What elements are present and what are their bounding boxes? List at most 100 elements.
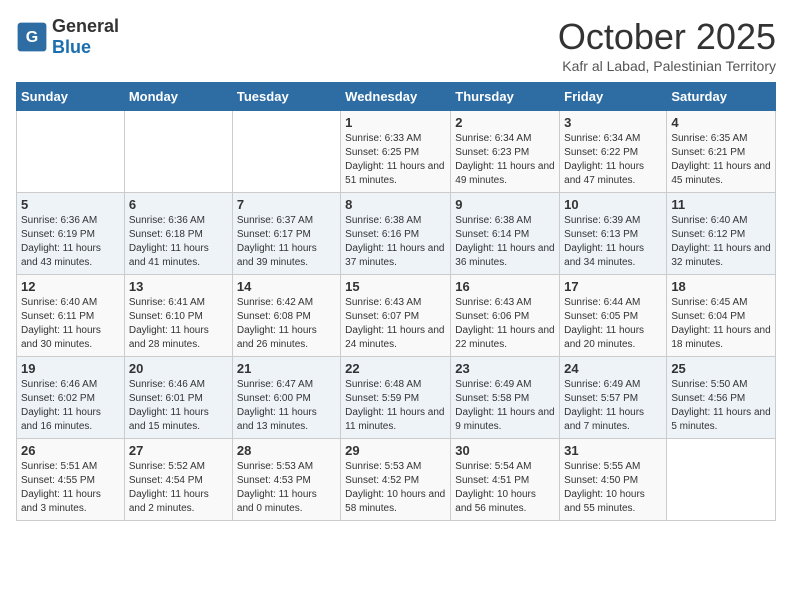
logo-general-text: General (52, 16, 119, 36)
weekday-header: Friday (560, 83, 667, 111)
cell-details: Sunrise: 6:34 AM Sunset: 6:23 PM Dayligh… (455, 132, 555, 188)
calendar-cell: 2 Sunrise: 6:34 AM Sunset: 6:23 PM Daylig… (451, 111, 560, 193)
month-title: October 2025 (558, 16, 776, 58)
day-number: 8 (345, 197, 446, 212)
day-number: 24 (564, 361, 662, 376)
svg-text:G: G (26, 29, 38, 46)
calendar-week-row: 12Sunrise: 6:40 AM Sunset: 6:11 PM Dayli… (17, 275, 776, 357)
cell-details: Sunrise: 5:51 AM Sunset: 4:55 PM Dayligh… (21, 460, 120, 516)
calendar-cell: 22Sunrise: 6:48 AM Sunset: 5:59 PM Dayli… (341, 357, 451, 439)
calendar-cell: 5 Sunrise: 6:36 AM Sunset: 6:19 PM Daylig… (17, 193, 125, 275)
cell-details: Sunrise: 6:39 AM Sunset: 6:13 PM Dayligh… (564, 214, 662, 270)
weekday-header: Saturday (667, 83, 776, 111)
day-number: 1 (345, 115, 446, 130)
day-number: 17 (564, 279, 662, 294)
calendar-cell: 19Sunrise: 6:46 AM Sunset: 6:02 PM Dayli… (17, 357, 125, 439)
calendar-cell: 14Sunrise: 6:42 AM Sunset: 6:08 PM Dayli… (232, 275, 340, 357)
calendar-cell: 6 Sunrise: 6:36 AM Sunset: 6:18 PM Daylig… (124, 193, 232, 275)
day-number: 2 (455, 115, 555, 130)
calendar-header-row: SundayMondayTuesdayWednesdayThursdayFrid… (17, 83, 776, 111)
weekday-header: Tuesday (232, 83, 340, 111)
weekday-header: Thursday (451, 83, 560, 111)
cell-details: Sunrise: 6:47 AM Sunset: 6:00 PM Dayligh… (237, 378, 336, 434)
calendar-cell: 9Sunrise: 6:38 AM Sunset: 6:14 PM Daylig… (451, 193, 560, 275)
calendar-cell: 29Sunrise: 5:53 AM Sunset: 4:52 PM Dayli… (341, 439, 451, 521)
calendar-cell: 7 Sunrise: 6:37 AM Sunset: 6:17 PM Daylig… (232, 193, 340, 275)
weekday-header: Monday (124, 83, 232, 111)
calendar-cell: 4 Sunrise: 6:35 AM Sunset: 6:21 PM Daylig… (667, 111, 776, 193)
calendar-cell (17, 111, 125, 193)
cell-details: Sunrise: 6:36 AM Sunset: 6:19 PM Dayligh… (21, 214, 120, 270)
cell-details: Sunrise: 6:42 AM Sunset: 6:08 PM Dayligh… (237, 296, 336, 352)
cell-details: Sunrise: 6:33 AM Sunset: 6:25 PM Dayligh… (345, 132, 446, 188)
cell-details: Sunrise: 5:52 AM Sunset: 4:54 PM Dayligh… (129, 460, 228, 516)
logo: G General Blue (16, 16, 119, 58)
calendar-cell: 13Sunrise: 6:41 AM Sunset: 6:10 PM Dayli… (124, 275, 232, 357)
calendar-cell: 26 Sunrise: 5:51 AM Sunset: 4:55 PM Dayli… (17, 439, 125, 521)
calendar-cell: 27Sunrise: 5:52 AM Sunset: 4:54 PM Dayli… (124, 439, 232, 521)
day-number: 15 (345, 279, 446, 294)
title-block: October 2025 Kafr al Labad, Palestinian … (558, 16, 776, 74)
cell-details: Sunrise: 6:40 AM Sunset: 6:12 PM Dayligh… (671, 214, 771, 270)
day-number: 5 (21, 197, 120, 212)
cell-details: Sunrise: 6:37 AM Sunset: 6:17 PM Dayligh… (237, 214, 336, 270)
calendar-cell: 31Sunrise: 5:55 AM Sunset: 4:50 PM Dayli… (560, 439, 667, 521)
cell-details: Sunrise: 6:43 AM Sunset: 6:07 PM Dayligh… (345, 296, 446, 352)
calendar-week-row: 5 Sunrise: 6:36 AM Sunset: 6:19 PM Daylig… (17, 193, 776, 275)
calendar-cell: 17 Sunrise: 6:44 AM Sunset: 6:05 PM Dayli… (560, 275, 667, 357)
cell-details: Sunrise: 6:43 AM Sunset: 6:06 PM Dayligh… (455, 296, 555, 352)
day-number: 19 (21, 361, 120, 376)
day-number: 31 (564, 443, 662, 458)
cell-details: Sunrise: 6:49 AM Sunset: 5:58 PM Dayligh… (455, 378, 555, 434)
day-number: 4 (671, 115, 771, 130)
calendar-cell: 30 Sunrise: 5:54 AM Sunset: 4:51 PM Dayli… (451, 439, 560, 521)
calendar-table: SundayMondayTuesdayWednesdayThursdayFrid… (16, 82, 776, 521)
cell-details: Sunrise: 6:36 AM Sunset: 6:18 PM Dayligh… (129, 214, 228, 270)
calendar-cell: 20 Sunrise: 6:46 AM Sunset: 6:01 PM Dayli… (124, 357, 232, 439)
calendar-cell: 16Sunrise: 6:43 AM Sunset: 6:06 PM Dayli… (451, 275, 560, 357)
day-number: 25 (671, 361, 771, 376)
cell-details: Sunrise: 6:46 AM Sunset: 6:01 PM Dayligh… (129, 378, 228, 434)
day-number: 7 (237, 197, 336, 212)
day-number: 22 (345, 361, 446, 376)
cell-details: Sunrise: 6:34 AM Sunset: 6:22 PM Dayligh… (564, 132, 662, 188)
calendar-cell: 18Sunrise: 6:45 AM Sunset: 6:04 PM Dayli… (667, 275, 776, 357)
cell-details: Sunrise: 6:38 AM Sunset: 6:16 PM Dayligh… (345, 214, 446, 270)
calendar-cell (232, 111, 340, 193)
calendar-cell: 12Sunrise: 6:40 AM Sunset: 6:11 PM Dayli… (17, 275, 125, 357)
cell-details: Sunrise: 5:54 AM Sunset: 4:51 PM Dayligh… (455, 460, 555, 516)
calendar-cell (124, 111, 232, 193)
cell-details: Sunrise: 6:44 AM Sunset: 6:05 PM Dayligh… (564, 296, 662, 352)
day-number: 6 (129, 197, 228, 212)
calendar-cell: 23 Sunrise: 6:49 AM Sunset: 5:58 PM Dayli… (451, 357, 560, 439)
page-header: G General Blue October 2025 Kafr al Laba… (16, 16, 776, 74)
logo-blue-text: Blue (52, 37, 91, 57)
cell-details: Sunrise: 5:53 AM Sunset: 4:52 PM Dayligh… (345, 460, 446, 516)
day-number: 9 (455, 197, 555, 212)
calendar-cell: 11 Sunrise: 6:40 AM Sunset: 6:12 PM Dayli… (667, 193, 776, 275)
calendar-cell: 15 Sunrise: 6:43 AM Sunset: 6:07 PM Dayli… (341, 275, 451, 357)
day-number: 11 (671, 197, 771, 212)
calendar-cell: 3Sunrise: 6:34 AM Sunset: 6:22 PM Daylig… (560, 111, 667, 193)
day-number: 23 (455, 361, 555, 376)
day-number: 26 (21, 443, 120, 458)
calendar-cell: 24 Sunrise: 6:49 AM Sunset: 5:57 PM Dayli… (560, 357, 667, 439)
calendar-week-row: 19Sunrise: 6:46 AM Sunset: 6:02 PM Dayli… (17, 357, 776, 439)
calendar-week-row: 26 Sunrise: 5:51 AM Sunset: 4:55 PM Dayli… (17, 439, 776, 521)
weekday-header: Sunday (17, 83, 125, 111)
calendar-cell: 1 Sunrise: 6:33 AM Sunset: 6:25 PM Daylig… (341, 111, 451, 193)
day-number: 21 (237, 361, 336, 376)
day-number: 18 (671, 279, 771, 294)
day-number: 30 (455, 443, 555, 458)
cell-details: Sunrise: 6:35 AM Sunset: 6:21 PM Dayligh… (671, 132, 771, 188)
day-number: 28 (237, 443, 336, 458)
day-number: 20 (129, 361, 228, 376)
cell-details: Sunrise: 5:50 AM Sunset: 4:56 PM Dayligh… (671, 378, 771, 434)
logo-icon: G (16, 21, 48, 53)
cell-details: Sunrise: 6:40 AM Sunset: 6:11 PM Dayligh… (21, 296, 120, 352)
location-subtitle: Kafr al Labad, Palestinian Territory (558, 58, 776, 74)
calendar-cell: 25 Sunrise: 5:50 AM Sunset: 4:56 PM Dayli… (667, 357, 776, 439)
calendar-week-row: 1 Sunrise: 6:33 AM Sunset: 6:25 PM Daylig… (17, 111, 776, 193)
cell-details: Sunrise: 6:49 AM Sunset: 5:57 PM Dayligh… (564, 378, 662, 434)
calendar-cell: 28Sunrise: 5:53 AM Sunset: 4:53 PM Dayli… (232, 439, 340, 521)
